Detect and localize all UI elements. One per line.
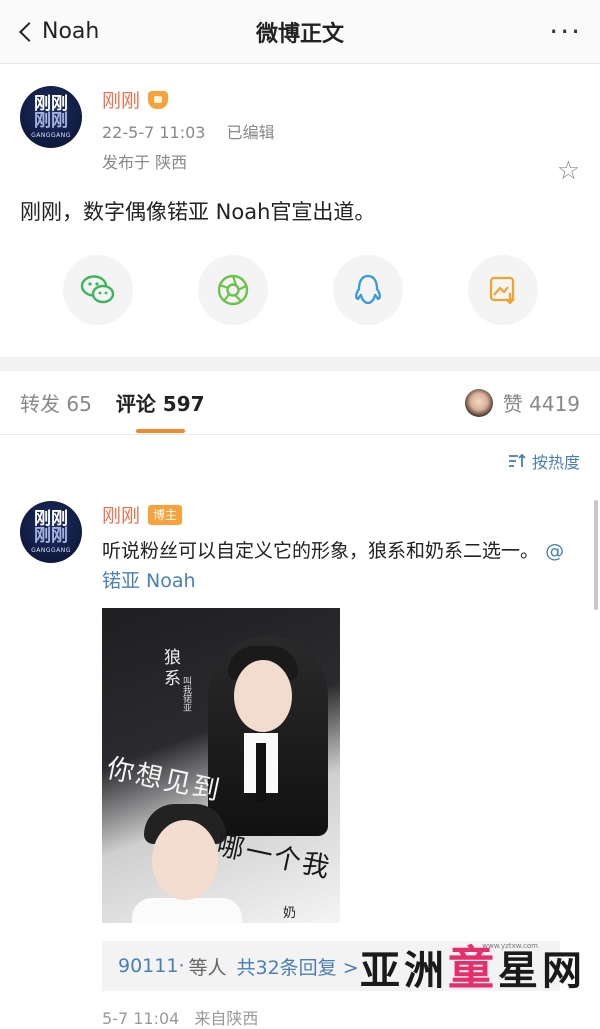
watermark-logo: 亚洲 童 星网 [360,932,586,998]
poster-face [234,660,292,732]
post-tabs: 转发 65 评论 597 赞 4419 [0,371,600,435]
wechat-icon [80,275,114,304]
favorite-star-icon[interactable]: ☆ [557,156,580,186]
back-label: Noah [42,19,100,44]
avatar-text-reflection: 刚刚 [34,525,68,546]
qq-icon [354,274,381,305]
comment-text: 听说粉丝可以自定义它的形象，狼系和奶系二选一。 @锘亚 Noah [102,536,580,596]
likes-button[interactable]: 赞 4419 [464,388,580,417]
tab-comment[interactable]: 评论 597 [116,388,205,433]
reply-etc: 等人 [188,956,227,979]
more-options-button[interactable]: ··· [549,17,582,46]
avatar[interactable]: 刚刚 刚刚 GANGGANG [20,86,82,148]
avatar-caption: GANGGANG [31,546,71,554]
sort-icon [508,453,526,467]
avatar-text-reflection: 刚刚 [34,110,68,131]
comment-time: 5-7 11:04 [102,1009,180,1028]
post-location: 发布于 陕西 [102,153,188,172]
likes-count: 赞 4419 [502,392,580,416]
post-card: 刚刚 刚刚 GANGGANG 刚刚 22-5-7 11:03 已编辑 发布于 陕… [0,64,600,227]
blogger-badge-label: 博主 [153,508,178,522]
comment-source: 来自陕西 [194,1009,259,1028]
post-text: 刚刚，数字偶像锘亚 Noah官宣出道。 [20,200,376,224]
watermark-part1: 亚洲 [360,948,448,994]
comment-body: 听说粉丝可以自定义它的形象，狼系和奶系二选一。 [102,540,540,562]
comment-avatar[interactable]: 刚刚 刚刚 GANGGANG [20,501,82,563]
post-username[interactable]: 刚刚 [102,86,140,113]
chevron-left-icon [19,21,39,42]
comment-image[interactable]: 狼系 叫我锘亚 你想见到 哪一个我 奶 [102,608,340,923]
poster-side-small: 叫我锘亚 [181,676,191,712]
share-wechat-button[interactable] [62,255,133,325]
comment-meta: 5-7 11:04 来自陕西 [102,1005,580,1029]
sort-by-hot-button[interactable]: 按热度 [0,435,600,487]
scrollbar[interactable] [594,500,598,610]
avatar-text: 刚刚 [34,93,68,114]
avatar-text: 刚刚 [34,508,68,529]
share-qq-button[interactable] [332,255,403,325]
edited-label[interactable]: 已编辑 [227,123,275,142]
back-button[interactable]: Noah [18,19,99,44]
moments-icon [217,274,248,306]
comment-username[interactable]: 刚刚 [102,501,140,528]
poster-tie [256,743,266,803]
share-moments-button[interactable] [197,255,268,325]
nav-bar: Noah 微博正文 ··· [0,0,600,64]
tab-repost[interactable]: 转发 65 [20,388,92,417]
watermark-part3: 星网 [498,948,586,994]
section-divider [0,357,600,371]
poster-bottom-text: 奶 [282,906,296,921]
post-time: 22-5-7 11:03 [102,123,206,142]
share-row [0,227,600,357]
poster-face-2 [152,820,218,900]
reply-user[interactable]: 90111· [118,955,184,977]
avatar-caption: GANGGANG [31,131,71,139]
watermark-part2: 童 [448,941,498,995]
blogger-badge: 博主 [148,504,183,525]
save-image-button[interactable] [467,255,538,325]
vip-crown-icon [148,90,169,109]
save-image-icon [489,276,515,305]
sort-label: 按热度 [531,453,580,472]
reply-count-link[interactable]: 共32条回复 > [237,953,359,980]
liker-avatar [464,388,493,417]
poster-shirt [132,898,242,923]
